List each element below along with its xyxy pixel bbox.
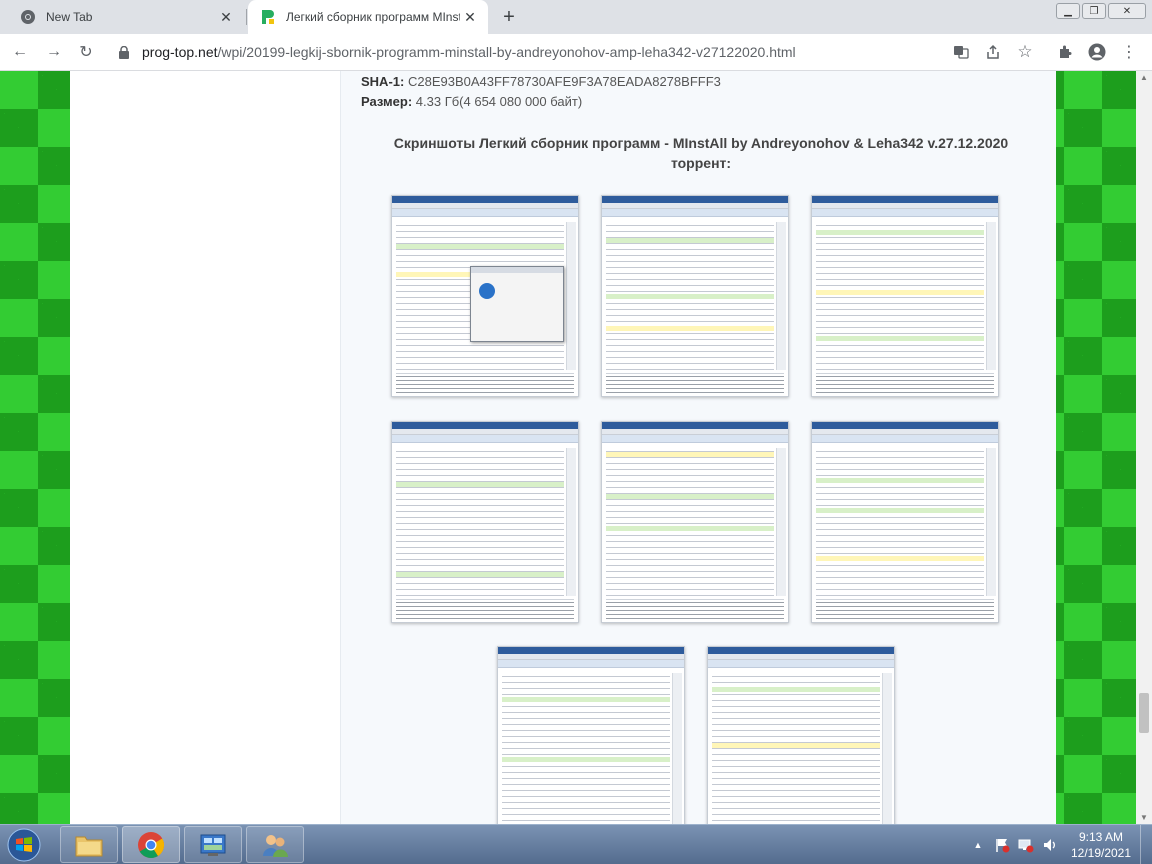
screenshot-thumbnail[interactable] <box>707 646 895 824</box>
clock-time: 9:13 AM <box>1078 830 1124 844</box>
screenshot-thumbnail[interactable] <box>497 646 685 824</box>
extensions-icon[interactable] <box>1056 43 1074 61</box>
size-line: Размер: 4.33 Гб(4 654 080 000 байт) <box>361 94 582 109</box>
screenshot-thumbnail[interactable] <box>391 195 579 397</box>
close-tab-icon[interactable]: ✕ <box>216 7 236 27</box>
tab-title: New Tab <box>46 10 93 24</box>
chrome-icon <box>20 9 36 25</box>
screenshot-thumbnail[interactable] <box>601 421 789 623</box>
taskbar-users-button[interactable] <box>246 826 304 863</box>
page-scrollbar[interactable]: ▲ ▼ <box>1136 71 1152 824</box>
screenshots-heading: Скриншоты Легкий сборник программ - MIns… <box>393 135 1009 171</box>
tab-new-tab[interactable]: New Tab ✕ <box>8 0 244 34</box>
maximize-button[interactable]: ❐ <box>1082 3 1106 19</box>
chrome-icon <box>138 831 165 858</box>
tab-prog-top[interactable]: Легкий сборник программ MInstAll ✕ <box>248 0 488 34</box>
url-host: prog-top.net <box>142 44 218 60</box>
translate-icon[interactable] <box>952 43 970 61</box>
tab-strip: New Tab ✕ Легкий сборник программ MInstA… <box>0 0 1152 34</box>
action-center-flag-icon[interactable] <box>994 837 1010 853</box>
about-dialog <box>470 266 564 342</box>
url-path: /wpi/20199-legkij-sbornik-programm-minst… <box>217 44 796 60</box>
download-info-panel: SHA-1: C28E93B0A43FF78730AFE9F3A78EADA82… <box>340 71 1056 824</box>
site-favicon-icon <box>260 9 276 25</box>
size-label: Размер: <box>361 94 413 109</box>
forward-button[interactable]: → <box>44 42 64 62</box>
new-tab-button[interactable]: + <box>498 6 520 28</box>
scroll-up-arrow-icon[interactable]: ▲ <box>1140 73 1148 82</box>
close-tab-icon[interactable]: ✕ <box>460 7 480 27</box>
network-icon[interactable] <box>1018 837 1034 853</box>
show-hidden-icons-icon[interactable]: ▲ <box>970 837 986 853</box>
lock-icon[interactable] <box>118 46 130 59</box>
taskbar-clock[interactable]: 9:13 AM 12/19/2021 <box>1070 829 1132 861</box>
scrollbar-thumb[interactable] <box>1139 693 1149 733</box>
clock-date: 12/19/2021 <box>1070 846 1132 860</box>
browser-toolbar: ← → ↻ prog-top.net/wpi/20199-legkij-sbor… <box>0 34 1152 71</box>
address-bar[interactable]: prog-top.net/wpi/20199-legkij-sbornik-pr… <box>142 44 796 60</box>
volume-icon[interactable] <box>1042 837 1058 853</box>
bookmark-star-icon[interactable]: ☆ <box>1016 42 1034 61</box>
taskbar-chrome-button[interactable] <box>122 826 180 863</box>
screenshot-thumbnail[interactable] <box>601 195 789 397</box>
page-content: SHA-1: C28E93B0A43FF78730AFE9F3A78EADA82… <box>70 71 1056 824</box>
share-icon[interactable] <box>984 43 1002 61</box>
back-button[interactable]: ← <box>10 42 30 62</box>
screenshot-thumbnail[interactable] <box>391 421 579 623</box>
menu-icon[interactable]: ⋮ <box>1120 43 1138 61</box>
start-button[interactable] <box>4 826 44 864</box>
close-window-button[interactable]: ✕ <box>1108 3 1146 19</box>
screenshot-thumbnail[interactable] <box>811 195 999 397</box>
screenshot-thumbnail[interactable] <box>811 421 999 623</box>
taskbar-control-panel-button[interactable] <box>184 826 242 863</box>
folder-icon <box>75 836 103 856</box>
taskbar-explorer-button[interactable] <box>60 826 118 863</box>
sha1-label: SHA-1: <box>361 74 405 89</box>
minimize-button[interactable]: ▁ <box>1056 3 1080 19</box>
reload-button[interactable]: ↻ <box>76 42 96 62</box>
tab-title: Легкий сборник программ MInstAll <box>286 10 460 24</box>
profile-avatar-icon[interactable] <box>1088 43 1106 61</box>
sha1-line: SHA-1: C28E93B0A43FF78730AFE9F3A78EADA82… <box>361 74 721 89</box>
size-value: 4.33 Гб(4 654 080 000 байт) <box>415 94 583 109</box>
page-viewport: SHA-1: C28E93B0A43FF78730AFE9F3A78EADA82… <box>0 71 1152 824</box>
windows-taskbar: ▲ 9:13 AM 12/19/2021 <box>0 824 1152 864</box>
tab-separator <box>246 9 247 25</box>
show-desktop-button[interactable] <box>1140 825 1152 864</box>
users-icon <box>263 834 288 857</box>
scroll-down-arrow-icon[interactable]: ▼ <box>1140 813 1148 822</box>
control-panel-icon <box>200 834 226 856</box>
sha1-value: C28E93B0A43FF78730AFE9F3A78EADA8278BFFF3 <box>407 74 721 89</box>
